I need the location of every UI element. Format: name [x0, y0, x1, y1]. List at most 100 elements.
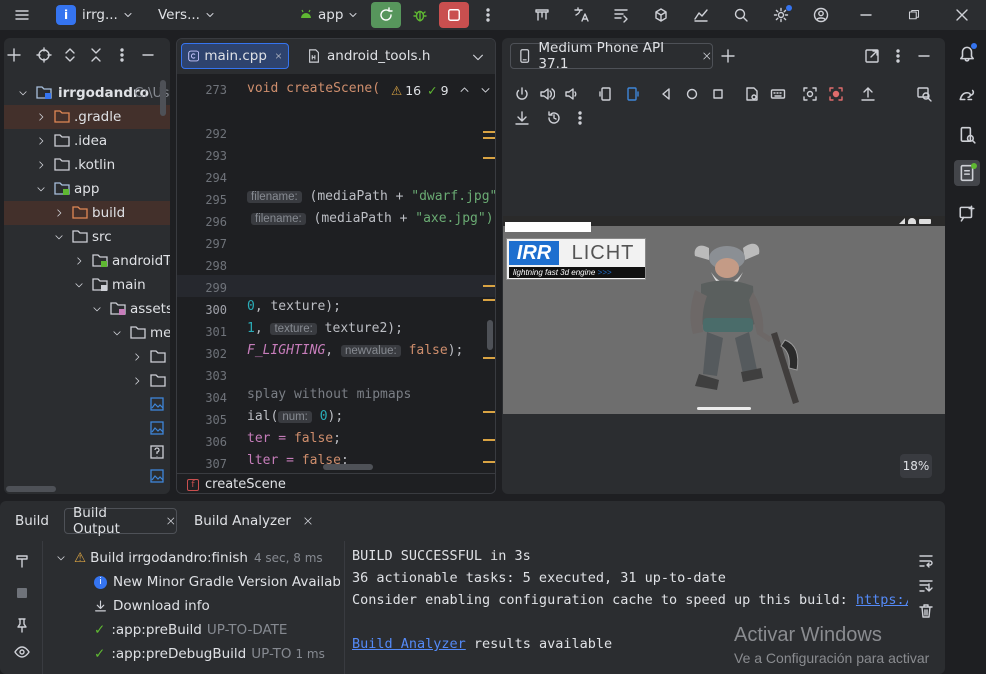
stop-icon[interactable]	[14, 585, 30, 601]
more-options-icon[interactable]	[890, 48, 906, 64]
tab-build-analyzer[interactable]: Build Analyzer	[186, 508, 313, 534]
build-tree-item[interactable]: i New Minor Gradle Version Available	[94, 571, 340, 593]
chevron-down-icon[interactable]	[471, 49, 485, 65]
tree-item-assets[interactable]: assets	[4, 297, 170, 321]
volume-up-icon[interactable]	[539, 86, 555, 102]
upload-icon[interactable]	[860, 86, 876, 102]
search-icon[interactable]	[727, 2, 755, 28]
build-tree-item[interactable]: ✓ :app:preBuild UP-TO-DATE	[94, 619, 340, 641]
tab-main-cpp[interactable]: main.cpp	[181, 43, 289, 69]
more-actions-icon[interactable]	[474, 2, 502, 28]
rerun-button[interactable]	[371, 2, 401, 28]
add-icon[interactable]	[6, 47, 22, 63]
eye-icon[interactable]	[14, 644, 30, 660]
warning-marker[interactable]	[483, 285, 495, 287]
warning-marker[interactable]	[483, 137, 495, 139]
code-line[interactable]: 1, texture: texture2);	[247, 321, 403, 336]
app-inspection-icon[interactable]	[647, 2, 675, 28]
tree-item-image-file[interactable]	[4, 393, 170, 417]
close-window-button[interactable]	[948, 2, 976, 28]
warning-marker[interactable]	[483, 357, 495, 359]
minimize-window-button[interactable]	[852, 2, 880, 28]
stop-button[interactable]	[439, 2, 469, 28]
hide-panel-icon[interactable]	[140, 47, 156, 63]
reset-icon[interactable]	[546, 110, 562, 126]
download-icon[interactable]	[514, 110, 530, 126]
device-tab[interactable]: Medium Phone API 37.1	[510, 40, 713, 72]
screenshot-icon[interactable]	[802, 86, 818, 102]
code-line[interactable]: ter = false;	[247, 431, 341, 446]
tree-item-unknown-file[interactable]	[4, 441, 170, 465]
build-hammer-icon[interactable]	[14, 553, 30, 569]
console-link[interactable]: https:/	[856, 592, 908, 608]
settings-icon[interactable]	[767, 2, 795, 28]
rotate-right-icon[interactable]	[624, 86, 640, 102]
collapse-all-icon[interactable]	[88, 47, 104, 63]
code-line[interactable]: F_LIGHTING, newvalue: false);	[247, 343, 463, 358]
gradle-icon[interactable]	[954, 82, 980, 108]
debug-button[interactable]	[405, 2, 435, 28]
code-line[interactable]: void createScene(	[247, 81, 380, 96]
tree-item-subfolder[interactable]	[4, 345, 170, 369]
pin-icon[interactable]	[14, 617, 30, 633]
vertical-scrollbar[interactable]	[160, 80, 166, 116]
main-menu-icon[interactable]	[8, 2, 36, 28]
warning-marker[interactable]	[483, 299, 495, 301]
locate-icon[interactable]	[36, 47, 52, 63]
home-icon[interactable]	[684, 86, 700, 102]
translate-icon[interactable]	[567, 2, 595, 28]
editor-hscrollbar[interactable]	[323, 464, 373, 470]
tree-item-src[interactable]: src	[4, 225, 170, 249]
code-line[interactable]: ial(num: 0);	[247, 409, 343, 424]
more-options-icon[interactable]	[114, 47, 130, 63]
trash-icon[interactable]	[918, 603, 934, 619]
add-device-icon[interactable]	[720, 48, 736, 64]
warning-marker[interactable]	[483, 157, 495, 159]
close-icon[interactable]	[275, 51, 282, 61]
build-analyzer-link[interactable]: Build Analyzer	[352, 636, 466, 652]
close-icon[interactable]	[166, 516, 176, 526]
open-window-icon[interactable]	[864, 48, 880, 64]
tree-item-subfolder[interactable]	[4, 369, 170, 393]
build-tree-root[interactable]: ⚠ Build irrgodandro: finish 4 sec, 8 ms	[56, 547, 340, 569]
extended-controls-icon[interactable]	[916, 86, 932, 102]
warning-marker[interactable]	[483, 461, 495, 463]
device-mirroring-icon[interactable]	[954, 200, 980, 226]
tree-item-gradle[interactable]: .gradle	[4, 105, 170, 129]
zoom-level[interactable]: 18%	[900, 454, 932, 478]
back-icon[interactable]	[658, 86, 674, 102]
volume-down-icon[interactable]	[564, 86, 580, 102]
tree-item-media[interactable]: me	[4, 321, 170, 345]
build-tree-item[interactable]: ✓ :app:preDebugBuild UP-TO 1 ms	[94, 643, 340, 665]
more-options-icon[interactable]	[572, 110, 588, 126]
inspection-widget[interactable]: ⚠ 16 ✓ 9	[389, 81, 491, 99]
tree-item-main[interactable]: main	[4, 273, 170, 297]
profiler-icon[interactable]	[528, 2, 556, 28]
warning-marker[interactable]	[483, 439, 495, 441]
gesture-bar[interactable]	[697, 407, 751, 410]
tree-item-build[interactable]: build	[4, 201, 170, 225]
device-explorer-icon[interactable]	[954, 122, 980, 148]
tree-item-idea[interactable]: .idea	[4, 129, 170, 153]
snapshot-icon[interactable]	[744, 86, 760, 102]
keyboard-icon[interactable]	[770, 86, 786, 102]
rotate-left-icon[interactable]	[598, 86, 614, 102]
warning-marker[interactable]	[483, 131, 495, 133]
run-config-selector[interactable]: app	[298, 0, 359, 30]
notifications-icon[interactable]	[954, 40, 980, 66]
vcs-selector[interactable]: Vers...	[158, 0, 216, 30]
warning-marker[interactable]	[483, 411, 495, 413]
expand-all-icon[interactable]	[62, 47, 78, 63]
tab-build-output[interactable]: Build Output	[64, 505, 177, 537]
tree-item-kotlin[interactable]: .kotlin	[4, 153, 170, 177]
tree-item-root[interactable]: irrgodandro C:\Us	[4, 81, 170, 105]
code-line[interactable]: filename: (mediaPath + "axe.jpg")	[251, 211, 494, 226]
hide-panel-icon[interactable]	[916, 48, 932, 64]
tab-android-tools-h[interactable]: android_tools.h	[301, 43, 436, 69]
account-icon[interactable]	[807, 2, 835, 28]
device-screen[interactable]: IRR LICHT lightning fast 3d engine >>>	[503, 216, 945, 414]
overview-icon[interactable]	[710, 86, 726, 102]
close-icon[interactable]	[303, 516, 313, 526]
code-line[interactable]: filename: (mediaPath + "dwarf.jpg"	[247, 189, 495, 204]
record-screen-icon[interactable]	[828, 86, 844, 102]
